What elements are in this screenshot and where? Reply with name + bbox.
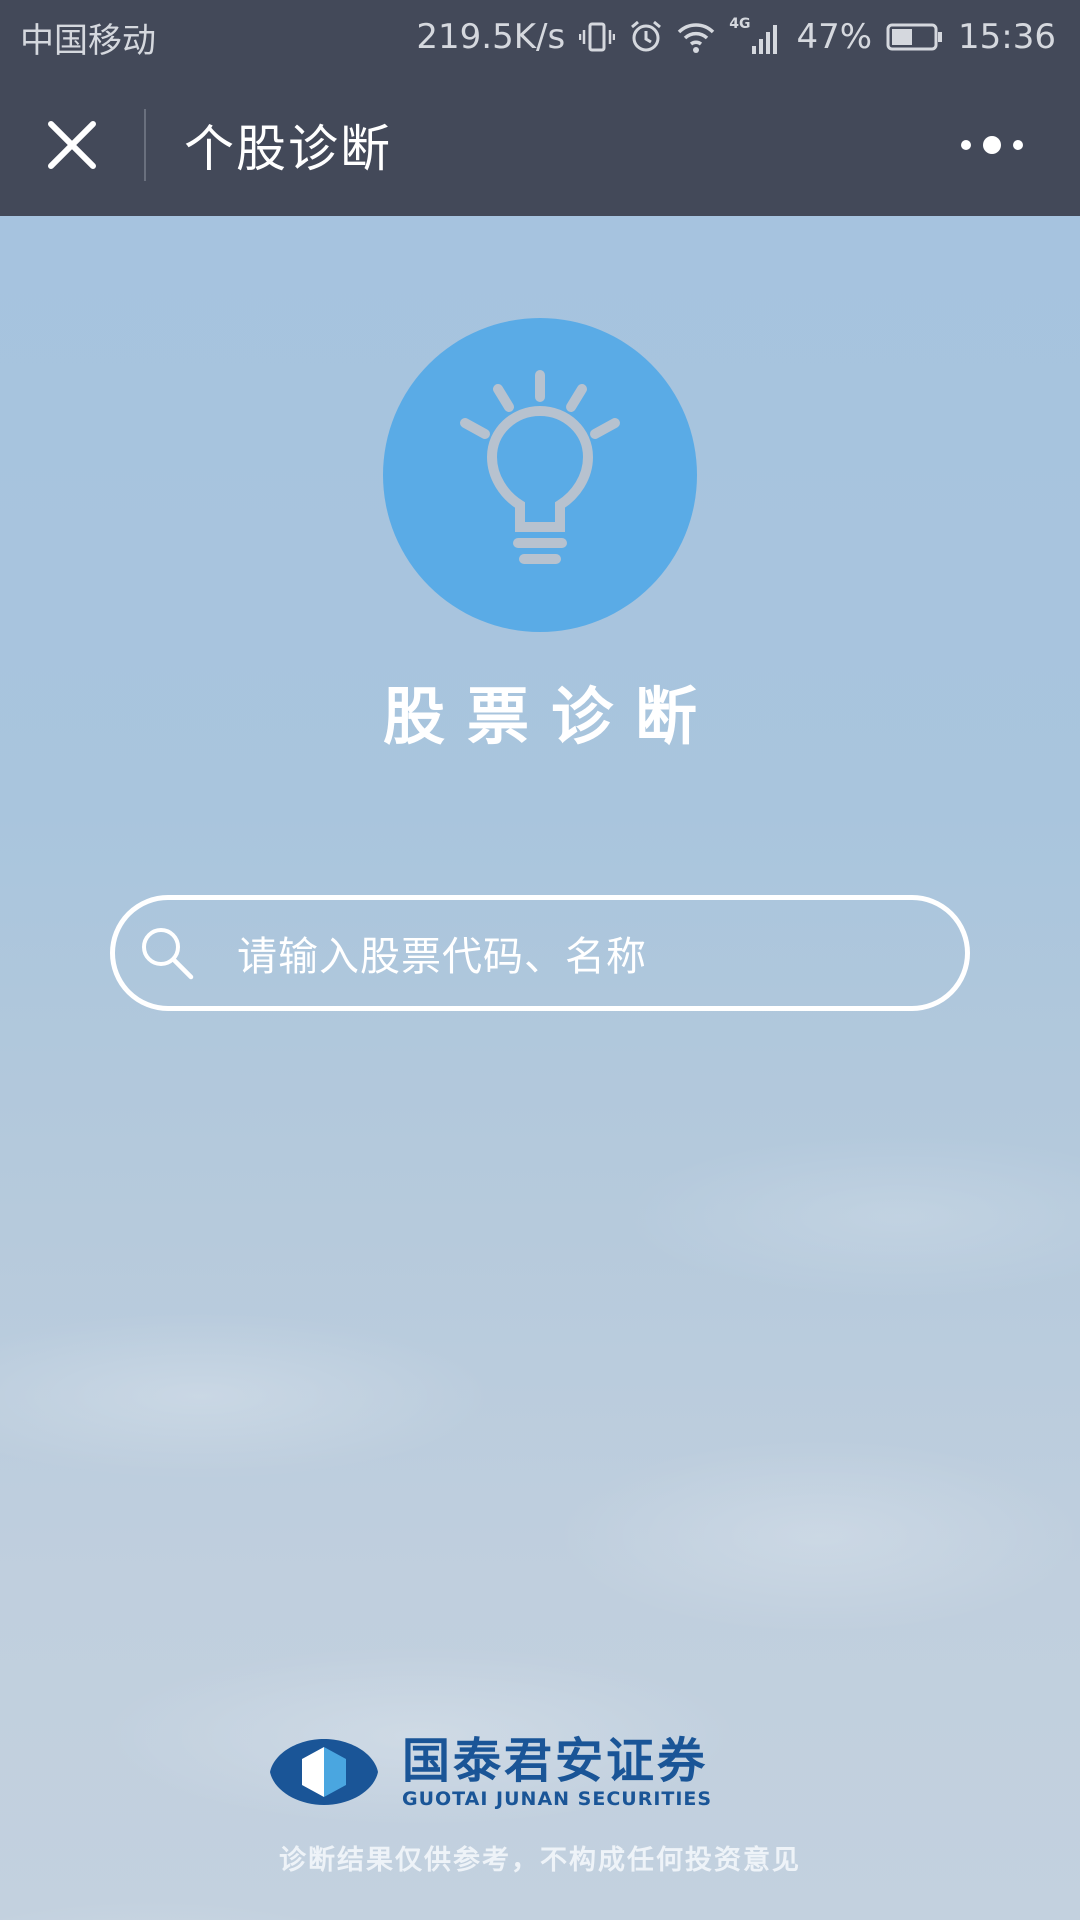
clock-time: 15:36 xyxy=(958,17,1056,57)
nav-divider xyxy=(144,109,146,181)
status-bar: 中国移动 219.5K/s 4G 47% 15:36 xyxy=(0,0,1080,74)
guotai-junan-logo-icon xyxy=(270,1739,378,1805)
more-icon-dot xyxy=(961,140,971,150)
battery-icon xyxy=(886,22,944,52)
more-icon-dot xyxy=(1013,140,1023,150)
page-title: 个股诊断 xyxy=(184,120,392,178)
lightbulb-icon xyxy=(460,370,620,564)
more-button[interactable] xyxy=(942,120,1042,170)
close-icon xyxy=(48,121,96,169)
vibrate-icon xyxy=(579,19,616,55)
disclaimer-text: 诊断结果仅供参考，不构成任何投资意见 xyxy=(279,1845,801,1876)
wifi-icon xyxy=(677,20,715,54)
more-icon xyxy=(983,136,1001,154)
network-type: 4G xyxy=(729,16,751,32)
battery-percent: 47% xyxy=(796,17,873,57)
carrier-label: 中国移动 xyxy=(20,20,156,61)
network-speed: 219.5K/s xyxy=(416,17,566,57)
hero-title: 股票诊断 xyxy=(382,680,719,753)
brand-name-en: GUOTAI JUNAN SECURITIES xyxy=(402,1788,713,1810)
brand-logo: 国泰君安证券 GUOTAI JUNAN SECURITIES xyxy=(268,1732,828,1812)
hero-icon-circle xyxy=(383,318,697,632)
alarm-icon xyxy=(629,20,663,54)
nav-bar: 个股诊断 xyxy=(0,74,1080,216)
search-icon xyxy=(142,928,194,980)
brand-name-cn: 国泰君安证券 xyxy=(402,1733,709,1789)
close-button[interactable] xyxy=(0,74,144,216)
search-placeholder: 请输入股票代码、名称 xyxy=(237,934,647,980)
search-input[interactable]: 请输入股票代码、名称 xyxy=(110,895,970,1011)
signal-icon: 4G xyxy=(729,16,782,54)
